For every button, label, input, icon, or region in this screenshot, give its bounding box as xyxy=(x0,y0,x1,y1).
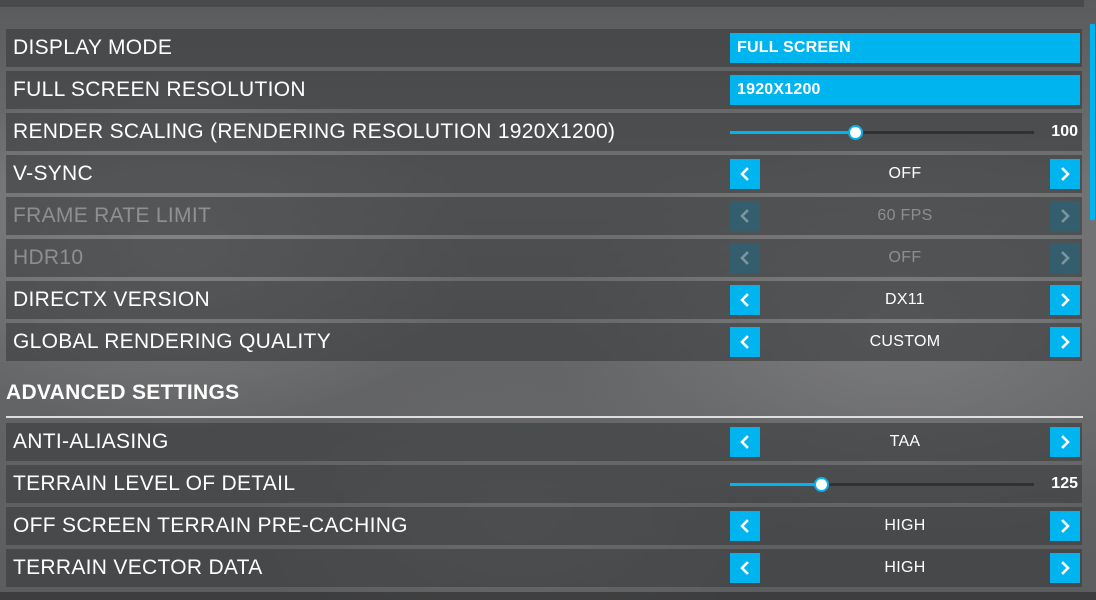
frame-rate-limit-next-button xyxy=(1050,201,1080,231)
setting-label: TERRAIN VECTOR DATA xyxy=(13,556,263,579)
setting-label: GLOBAL RENDERING QUALITY xyxy=(13,330,331,353)
resolution-dropdown[interactable]: 1920X1200 xyxy=(730,75,1080,105)
chevron-right-icon xyxy=(1061,293,1070,307)
chevron-left-icon xyxy=(740,335,749,349)
setting-row-terrain-vector-data: TERRAIN VECTOR DATA HIGH xyxy=(6,549,1082,587)
slider-handle[interactable] xyxy=(814,477,830,492)
setting-label: DIRECTX VERSION xyxy=(13,288,211,311)
dropdown-value: FULL SCREEN xyxy=(737,39,851,56)
setting-row-terrain-level-of-detail: TERRAIN LEVEL OF DETAIL 125 xyxy=(6,465,1082,503)
setting-row-global-rendering-quality: GLOBAL RENDERING QUALITY CUSTOM xyxy=(6,323,1082,361)
setting-label: FRAME RATE LIMIT xyxy=(13,204,212,227)
option-value: OFF xyxy=(888,165,922,182)
chevron-right-icon xyxy=(1061,519,1070,533)
setting-row-frame-rate-limit: FRAME RATE LIMIT 60 FPS xyxy=(6,197,1082,235)
pre-caching-next-button[interactable] xyxy=(1050,511,1080,541)
chevron-left-icon xyxy=(740,167,749,181)
option-value: DX11 xyxy=(884,291,926,308)
render-scaling-slider[interactable] xyxy=(730,125,1034,140)
pre-caching-prev-button[interactable] xyxy=(730,511,760,541)
setting-row-anti-aliasing: ANTI-ALIASING TAA xyxy=(6,423,1082,461)
chevron-left-icon xyxy=(740,561,749,575)
chevron-left-icon xyxy=(740,293,749,307)
advanced-settings-heading: ADVANCED SETTINGS xyxy=(6,381,240,404)
setting-label: RENDER SCALING (RENDERING RESOLUTION 192… xyxy=(13,120,616,143)
dropdown-value: 1920X1200 xyxy=(737,81,821,98)
setting-label: HDR10 xyxy=(13,246,84,269)
setting-label: OFF SCREEN TERRAIN PRE-CACHING xyxy=(13,514,408,537)
directx-version-prev-button[interactable] xyxy=(730,285,760,315)
slider-handle[interactable] xyxy=(847,125,863,140)
chevron-right-icon xyxy=(1061,335,1070,349)
global-rendering-quality-next-button[interactable] xyxy=(1050,327,1080,357)
frame-rate-limit-prev-button xyxy=(730,201,760,231)
chevron-right-icon xyxy=(1061,167,1070,181)
setting-row-v-sync: V-SYNC OFF xyxy=(6,155,1082,193)
chevron-left-icon xyxy=(740,209,749,223)
v-sync-next-button[interactable] xyxy=(1050,159,1080,189)
bottom-edge xyxy=(0,592,1096,600)
display-mode-dropdown[interactable]: FULL SCREEN xyxy=(730,33,1080,63)
option-value: HIGH xyxy=(884,559,926,576)
hdr10-prev-button xyxy=(730,243,760,273)
anti-aliasing-next-button[interactable] xyxy=(1050,427,1080,457)
setting-row-full-screen-resolution: FULL SCREEN RESOLUTION 1920X1200 xyxy=(6,71,1082,109)
terrain-vector-data-next-button[interactable] xyxy=(1050,553,1080,583)
option-value: OFF xyxy=(888,249,922,266)
option-value: HIGH xyxy=(884,517,926,534)
chevron-right-icon xyxy=(1061,435,1070,449)
directx-version-next-button[interactable] xyxy=(1050,285,1080,315)
setting-row-directx-version: DIRECTX VERSION DX11 xyxy=(6,281,1082,319)
scrollbar-thumb[interactable] xyxy=(1090,24,1095,220)
terrain-lod-slider[interactable] xyxy=(730,477,1034,492)
setting-row-hdr10: HDR10 OFF xyxy=(6,239,1082,277)
setting-label: ANTI-ALIASING xyxy=(13,430,169,453)
terrain-vector-data-prev-button[interactable] xyxy=(730,553,760,583)
chevron-right-icon xyxy=(1061,209,1070,223)
setting-row-off-screen-terrain-pre-caching: OFF SCREEN TERRAIN PRE-CACHING HIGH xyxy=(6,507,1082,545)
hdr10-next-button xyxy=(1050,243,1080,273)
section-divider xyxy=(6,416,1083,418)
slider-value: 125 xyxy=(1051,475,1078,492)
slider-fill xyxy=(730,483,822,486)
chevron-left-icon xyxy=(740,435,749,449)
option-value: 60 FPS xyxy=(877,207,933,224)
setting-label: DISPLAY MODE xyxy=(13,36,173,59)
setting-label: TERRAIN LEVEL OF DETAIL xyxy=(13,472,296,495)
setting-label: V-SYNC xyxy=(13,162,93,185)
chevron-right-icon xyxy=(1061,561,1070,575)
option-value: TAA xyxy=(889,433,921,450)
setting-row-render-scaling: RENDER SCALING (RENDERING RESOLUTION 192… xyxy=(6,113,1082,151)
chevron-left-icon xyxy=(740,519,749,533)
anti-aliasing-prev-button[interactable] xyxy=(730,427,760,457)
global-rendering-quality-prev-button[interactable] xyxy=(730,327,760,357)
v-sync-prev-button[interactable] xyxy=(730,159,760,189)
setting-row-display-mode: DISPLAY MODE FULL SCREEN xyxy=(6,29,1082,67)
top-edge xyxy=(0,0,1084,7)
setting-label: FULL SCREEN RESOLUTION xyxy=(13,78,306,101)
slider-fill xyxy=(730,131,855,134)
option-value: CUSTOM xyxy=(869,333,941,350)
slider-value: 100 xyxy=(1051,123,1078,140)
chevron-left-icon xyxy=(740,251,749,265)
chevron-right-icon xyxy=(1061,251,1070,265)
